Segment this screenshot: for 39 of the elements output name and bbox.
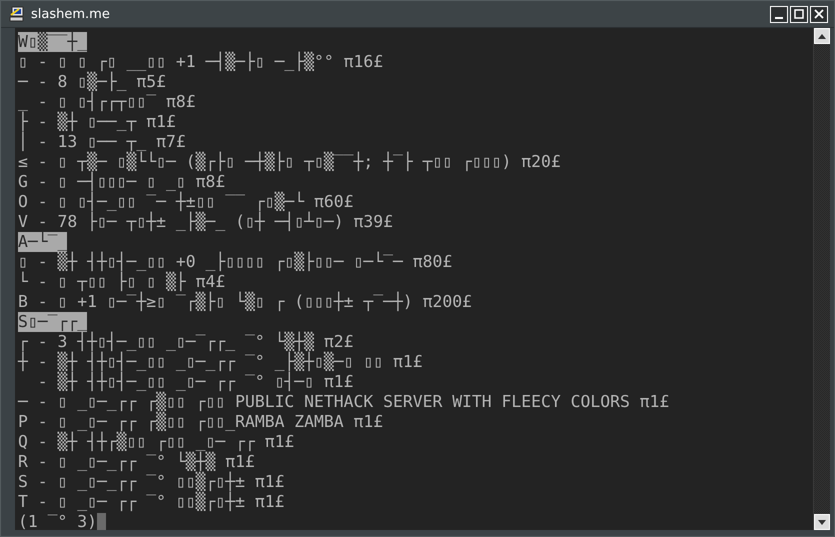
menu-item[interactable]: B - ▯ +1 ▯─‾┼≥▯ ‾┌▒├▯ └▒▯ ┌ (▯▯▯┼± ┬‾─┼) π200£ xyxy=(18,292,472,312)
menu-item[interactable]: ─ - 8 ▯▒─├_ π5£ xyxy=(18,72,166,92)
menu-item[interactable]: R - ▯ _▯─_┌┌ ‾° └▒┼▒ π1£ xyxy=(18,452,255,472)
menu-item[interactable]: _ - ▯ ▯┤┌┌┬▯▯‾ π8£ xyxy=(18,92,196,112)
section-header: A─└‾_ xyxy=(18,232,68,252)
down-arrow-icon xyxy=(818,520,826,524)
minimize-icon xyxy=(775,17,783,19)
menu-item[interactable]: V - 78 ├▯─ ┬▯┼± _├▒─_ (▯┼ ─┤▯┴▯─) π39£ xyxy=(18,212,393,232)
menu-item[interactable]: ├ - ▒┼ ▯──_┬ π1£ xyxy=(18,112,176,132)
section-header: S▯─‾┌┌_ xyxy=(18,312,88,332)
menu-item[interactable]: - ▒┼ ┤┼▯┤─_▯▯ _▯─ ┌┌ ‾° ▯┤─▯ π1£ xyxy=(18,372,354,392)
minimize-button[interactable] xyxy=(770,6,788,22)
page-prompt: (1 ‾° 3) xyxy=(18,512,97,530)
menu-item[interactable]: ▯ - ▯ ▯ ┌▯ __▯▯ +1 ─┤▒─├▯ ─_├▒°° π16£ xyxy=(18,52,384,72)
text-cursor xyxy=(96,513,106,530)
maximize-icon xyxy=(794,9,804,19)
menu-item[interactable]: G - ▯ ─┤▯▯▯─ ▯ _▯ π8£ xyxy=(18,172,226,192)
menu-item[interactable]: └ - ▯ ┬▯▯ ├▯ ▯ ▒├ π4£ xyxy=(18,272,226,292)
window-title: slashem.me xyxy=(31,6,111,22)
menu-item[interactable]: S - ▯ _▯─_┌┌ ‾° ▯▯▒┌▯┼± π1£ xyxy=(18,472,284,492)
computer-icon xyxy=(9,6,25,22)
close-icon xyxy=(814,9,824,19)
scrollbar[interactable] xyxy=(813,28,830,530)
section-header: W▯▒‾‾┼_ xyxy=(18,32,88,52)
menu-item[interactable]: ▯ - ▒┼ ┤┼▯┤─_▯▯ +0 _├▯▯▯▯ ┌▯▒├▯▯─ ▯─└‾─ π80£ xyxy=(18,252,452,272)
menu-item[interactable]: ┼ - ▒┼ ┤┼▯┤─_▯▯ _▯─_┌┌ ‾° _├▒┼▯▒─▯ ▯▯ π1£ xyxy=(18,352,423,372)
menu-item[interactable]: Q - ▒┼ ┤┼┌▒▯▯ ┌▯▯ _▯─ ┌┌ π1£ xyxy=(18,432,294,452)
menu-item[interactable]: P - ▯ _▯─ ┌┌ ┌▒▯▯ ┌▯▯_RAMBA ZAMBA π1£ xyxy=(18,412,384,432)
menu-item[interactable]: T - ▯ _▯─ ┌┌ ‾° ▯▯▒┌▯┼± π1£ xyxy=(18,492,284,512)
menu-item[interactable]: ≤ - ▯ ┬▒─ ▯▒└└▯─ (▒┌├▯ ─┼▒├▯ ┬▯▒‾‾┼; ┼‾├ ┬▯▯ ┌▯▯▯) π20£ xyxy=(18,152,561,172)
scroll-up-button[interactable] xyxy=(814,28,830,44)
menu-item[interactable]: ┌ - 3 ┤┼▯┤─_▯▯ _▯─‾┌┌_ ‾° └▒┼▒ π2£ xyxy=(18,332,354,352)
close-button[interactable] xyxy=(810,6,828,22)
menu-item[interactable]: O - ▯ ▯┤─_▯▯ ‾─ ┼±▯▯ ‾‾ ┌▯▒─└ π60£ xyxy=(18,192,354,212)
maximize-button[interactable] xyxy=(790,6,808,22)
menu-item[interactable]: │ - 13 ▯── ┬_ π7£ xyxy=(18,132,186,152)
up-arrow-icon xyxy=(818,34,826,38)
scroll-down-button[interactable] xyxy=(814,514,830,530)
menu-item[interactable]: ─ - ▯ _▯─_┌┌ ┌▒▯▯ ┌▯▯ PUBLIC NETHACK SERVER WITH FLEECY COLORS π1£ xyxy=(18,392,670,412)
